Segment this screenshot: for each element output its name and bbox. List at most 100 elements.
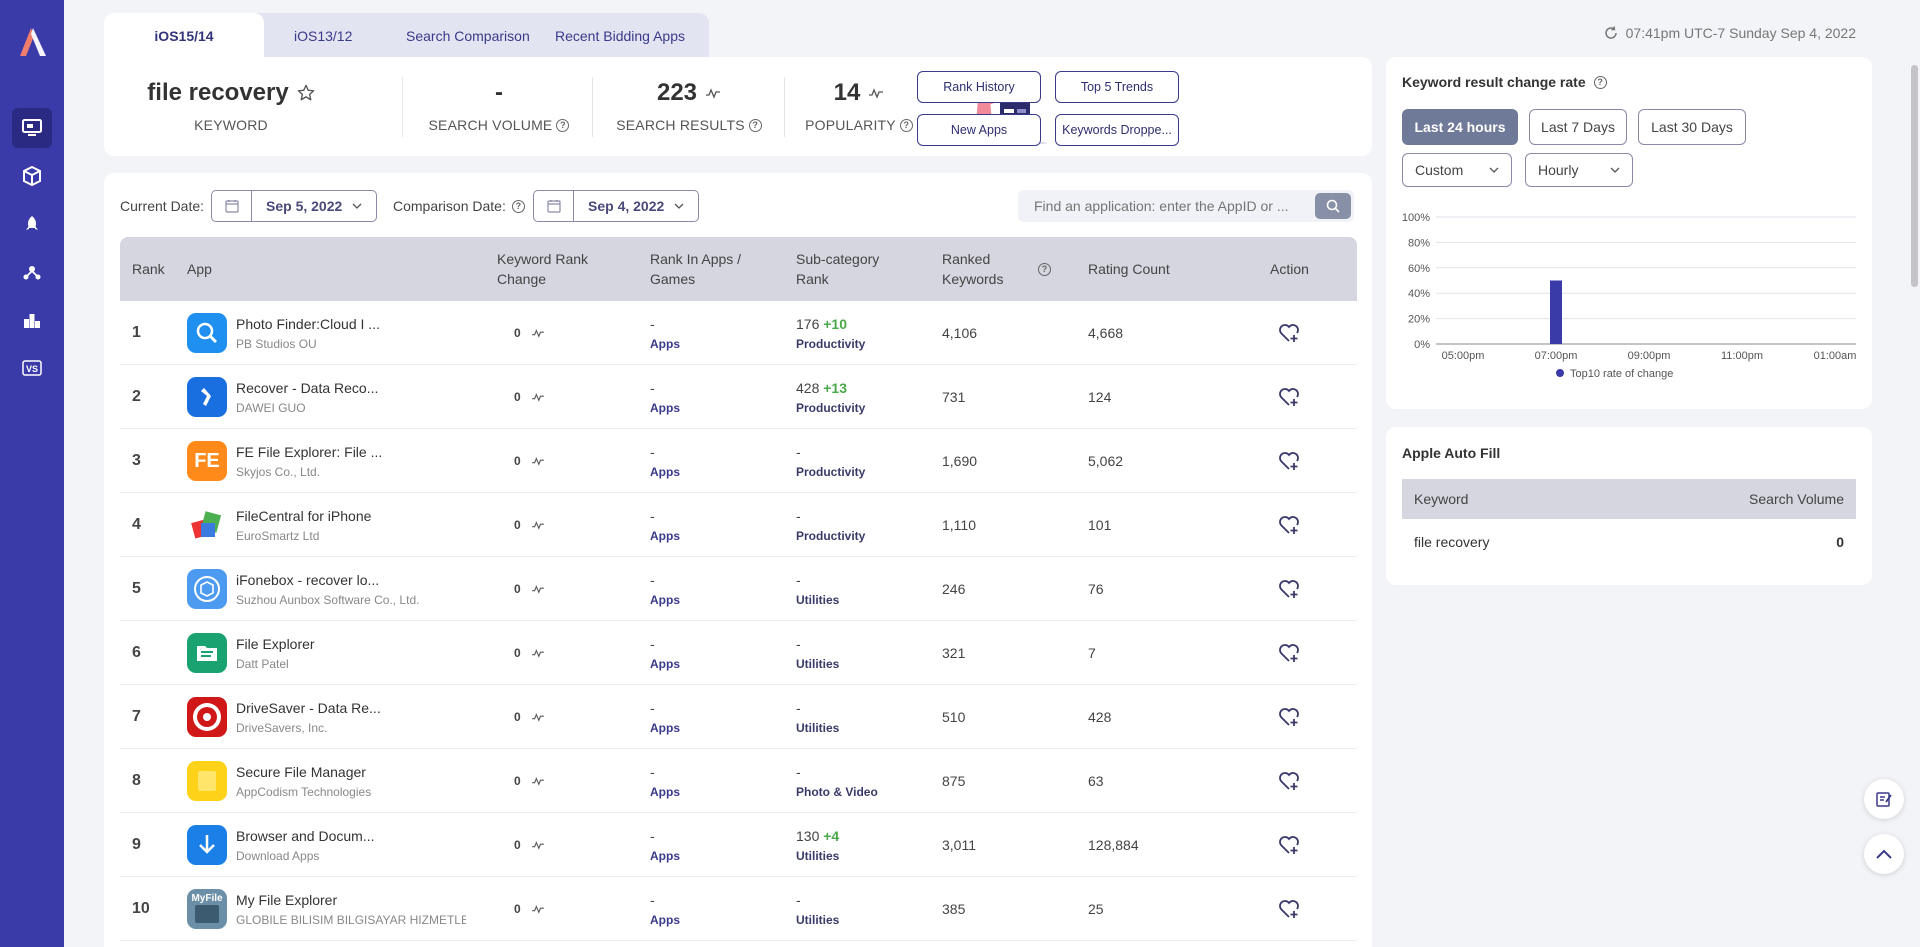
table-row[interactable]: 2 Recover - Data Reco... DAWEI GUO 0 - A…: [120, 365, 1357, 429]
heart-add-icon[interactable]: [1278, 707, 1300, 727]
trend-chart-icon[interactable]: [531, 840, 545, 850]
refresh-icon[interactable]: [1604, 26, 1618, 40]
scroll-top-button[interactable]: [1864, 834, 1904, 874]
app-cell[interactable]: Secure File Manager AppCodism Technologi…: [236, 749, 466, 813]
trend-chart-icon[interactable]: [531, 584, 545, 594]
app-cell[interactable]: Recover - Data Reco... DAWEI GUO: [236, 365, 466, 429]
trend-chart-icon[interactable]: [531, 392, 545, 402]
app-icon[interactable]: [187, 569, 227, 609]
heart-add-icon[interactable]: [1278, 835, 1300, 855]
app-search-input[interactable]: [1018, 190, 1315, 222]
rank-history-button[interactable]: Rank History: [917, 71, 1041, 103]
ranked-keywords-value[interactable]: 3,011: [942, 837, 976, 853]
ranked-keywords-value[interactable]: 4,106: [942, 325, 977, 341]
tab-recent-bidding-apps[interactable]: Recent Bidding Apps: [555, 13, 685, 58]
ranked-keywords-value[interactable]: 510: [942, 709, 965, 725]
ranked-keywords-value[interactable]: 1,690: [942, 453, 977, 469]
app-icon[interactable]: [187, 825, 227, 865]
app-cell[interactable]: FileCentral for iPhone EuroSmartz Ltd: [236, 493, 466, 557]
header-ranked-keywords[interactable]: Ranked Keywords: [942, 237, 1003, 301]
app-icon[interactable]: [187, 761, 227, 801]
header-app[interactable]: App: [187, 237, 212, 301]
heart-add-icon[interactable]: [1278, 643, 1300, 663]
help-icon[interactable]: ?: [899, 118, 913, 132]
heart-add-icon[interactable]: [1278, 899, 1300, 919]
table-row[interactable]: 9 Browser and Docum... Download Apps 0 -…: [120, 813, 1357, 877]
help-icon[interactable]: ?: [748, 118, 762, 132]
table-row[interactable]: 10 MyFile My File Explorer GLOBILE BILIS…: [120, 877, 1357, 941]
interval-select[interactable]: Hourly: [1525, 153, 1633, 187]
table-row[interactable]: 6 File Explorer Datt Patel 0 - Apps - Ut…: [120, 621, 1357, 685]
app-icon[interactable]: [187, 313, 227, 353]
app-cell[interactable]: FE File Explorer: File ... Skyjos Co., L…: [236, 429, 466, 493]
trend-chart-icon[interactable]: [531, 776, 545, 786]
sidebar-item-ranking[interactable]: [12, 300, 52, 340]
trend-chart-icon[interactable]: [705, 87, 721, 99]
app-icon[interactable]: [187, 697, 227, 737]
heart-add-icon[interactable]: [1278, 771, 1300, 791]
app-name[interactable]: FileCentral for iPhone: [236, 508, 466, 524]
trend-chart-icon[interactable]: [531, 712, 545, 722]
trend-chart-icon[interactable]: [868, 87, 884, 99]
help-icon[interactable]: ?: [1593, 75, 1607, 89]
last-24-hours-button[interactable]: Last 24 hours: [1402, 109, 1518, 145]
tab-search-comparison[interactable]: Search Comparison: [406, 13, 530, 58]
app-cell[interactable]: My File Explorer GLOBILE BILISIM BILGISA…: [236, 877, 466, 941]
tab-ios13-12[interactable]: iOS13/12: [294, 13, 352, 58]
table-row[interactable]: 5 iFonebox - recover lo... Suzhou Aunbox…: [120, 557, 1357, 621]
table-row[interactable]: 4 FileCentral for iPhone EuroSmartz Ltd …: [120, 493, 1357, 557]
sidebar-item-launch[interactable]: [12, 204, 52, 244]
sidebar-item-compare[interactable]: VS: [12, 348, 52, 388]
help-icon[interactable]: ?: [511, 199, 525, 213]
help-icon[interactable]: ?: [1038, 262, 1051, 276]
heart-add-icon[interactable]: [1278, 323, 1300, 343]
trend-chart-icon[interactable]: [531, 904, 545, 914]
app-name[interactable]: My File Explorer: [236, 892, 466, 908]
heart-add-icon[interactable]: [1278, 451, 1300, 471]
header-keyword-rank-change[interactable]: Keyword Rank Change: [497, 237, 588, 301]
app-name[interactable]: DriveSaver - Data Re...: [236, 700, 466, 716]
last-7-days-button[interactable]: Last 7 Days: [1529, 109, 1627, 145]
sidebar-item-network[interactable]: [12, 252, 52, 292]
app-icon[interactable]: MyFile: [187, 889, 227, 929]
last-30-days-button[interactable]: Last 30 Days: [1638, 109, 1746, 145]
app-cell[interactable]: DriveSaver - Data Re... DriveSavers, Inc…: [236, 685, 466, 749]
app-name[interactable]: Secure File Manager: [236, 764, 466, 780]
app-icon[interactable]: [187, 377, 227, 417]
ranked-keywords-value[interactable]: 321: [942, 645, 965, 661]
star-icon[interactable]: [297, 84, 315, 102]
heart-add-icon[interactable]: [1278, 387, 1300, 407]
heart-add-icon[interactable]: [1278, 515, 1300, 535]
trend-chart-icon[interactable]: [531, 520, 545, 530]
sidebar-item-dashboard[interactable]: [12, 108, 52, 148]
help-icon[interactable]: ?: [556, 118, 570, 132]
app-name[interactable]: File Explorer: [236, 636, 466, 652]
trend-chart-icon[interactable]: [531, 456, 545, 466]
top5-trends-button[interactable]: Top 5 Trends: [1055, 71, 1179, 103]
app-name[interactable]: Browser and Docum...: [236, 828, 466, 844]
feedback-button[interactable]: [1864, 779, 1904, 819]
tab-ios15-14[interactable]: iOS15/14: [104, 13, 264, 58]
trend-chart-icon[interactable]: [531, 328, 545, 338]
app-icon[interactable]: [187, 505, 227, 545]
app-name[interactable]: Recover - Data Reco...: [236, 380, 466, 396]
trend-chart-icon[interactable]: [531, 648, 545, 658]
comparison-date-picker[interactable]: Sep 4, 2022: [533, 190, 700, 222]
table-row[interactable]: 3 FE FE File Explorer: File ... Skyjos C…: [120, 429, 1357, 493]
ranked-keywords-value[interactable]: 731: [942, 389, 965, 405]
autofill-row[interactable]: file recovery 0: [1402, 519, 1856, 565]
table-row[interactable]: 8 Secure File Manager AppCodism Technolo…: [120, 749, 1357, 813]
header-rank-in-apps[interactable]: Rank In Apps / Games: [650, 237, 741, 301]
header-subcategory-rank[interactable]: Sub-category Rank: [796, 237, 879, 301]
table-row[interactable]: 1 Photo Finder:Cloud I ... PB Studios OU…: [120, 301, 1357, 365]
app-cell[interactable]: Photo Finder:Cloud I ... PB Studios OU: [236, 301, 466, 365]
current-date-picker[interactable]: Sep 5, 2022: [211, 190, 378, 222]
ranked-keywords-value[interactable]: 1,110: [942, 517, 976, 533]
app-name[interactable]: FE File Explorer: File ...: [236, 444, 466, 460]
scrollbar[interactable]: [1911, 65, 1918, 287]
app-icon[interactable]: FE: [187, 441, 227, 481]
new-apps-button[interactable]: New Apps: [917, 114, 1041, 146]
range-select[interactable]: Custom: [1402, 153, 1512, 187]
keywords-dropped-button[interactable]: Keywords Droppe...: [1055, 114, 1179, 146]
app-name[interactable]: Photo Finder:Cloud I ...: [236, 316, 466, 332]
